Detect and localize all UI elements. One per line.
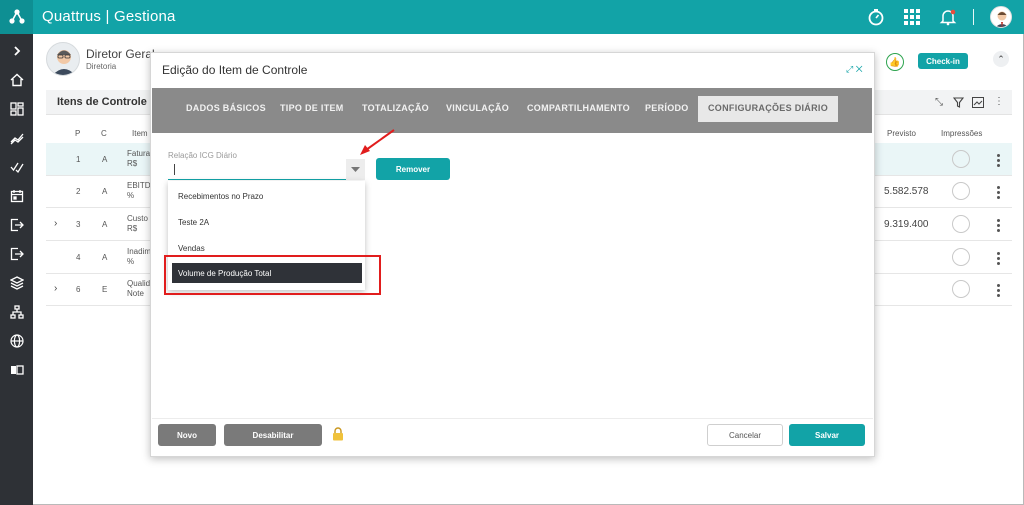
column-header-previsto: Previsto bbox=[887, 129, 916, 138]
row-previsto: 5.582.578 bbox=[884, 186, 929, 197]
thumbs-up-icon[interactable]: 👍 bbox=[886, 53, 904, 71]
profile-department: Diretoria bbox=[86, 62, 117, 71]
dropdown-arrow-icon[interactable] bbox=[346, 159, 365, 180]
highlight-annotation bbox=[164, 255, 381, 295]
tab-totalizacao[interactable]: TOTALIZAÇÃO bbox=[362, 103, 429, 113]
dropdown-option[interactable]: Teste 2A bbox=[168, 210, 365, 235]
row-item-name: Inadim bbox=[127, 247, 152, 256]
layers-icon[interactable] bbox=[8, 274, 25, 291]
chevron-right-icon[interactable] bbox=[8, 42, 25, 59]
row-item-name: Custo bbox=[127, 214, 148, 223]
exit-icon[interactable] bbox=[8, 216, 25, 233]
impressions-icon[interactable] bbox=[952, 280, 970, 298]
top-bar: Quattrus | Gestiona bbox=[0, 0, 1024, 34]
text-caret bbox=[174, 164, 175, 175]
relacao-icg-input[interactable] bbox=[168, 159, 364, 180]
more-options-icon[interactable] bbox=[997, 154, 1001, 169]
calendar-icon[interactable] bbox=[8, 187, 25, 204]
org-chart-icon[interactable] bbox=[8, 303, 25, 320]
more-options-icon[interactable] bbox=[997, 186, 1001, 201]
section-title: Itens de Controle | 5 bbox=[57, 96, 163, 108]
row-p: 1 bbox=[76, 155, 81, 164]
row-item-name: Qualid bbox=[127, 279, 151, 288]
check-list-icon[interactable] bbox=[8, 158, 25, 175]
row-item-unit: R$ bbox=[127, 224, 138, 233]
more-options-icon[interactable]: ⋮ bbox=[993, 96, 1005, 108]
collapse-arrows-icon[interactable]: ⤡ bbox=[933, 96, 945, 108]
tab-tipo-de-item[interactable]: TIPO DE ITEM bbox=[280, 103, 344, 113]
row-c: A bbox=[102, 187, 108, 196]
row-expand-chevron: › bbox=[54, 283, 58, 294]
apps-grid-icon[interactable] bbox=[902, 7, 922, 27]
save-button[interactable]: Salvar bbox=[789, 424, 865, 446]
notification-bell-icon[interactable] bbox=[938, 7, 958, 27]
row-expand-chevron: › bbox=[54, 218, 58, 229]
globe-icon[interactable] bbox=[8, 332, 25, 349]
row-p: 2 bbox=[76, 187, 81, 196]
tab-compartilhamento[interactable]: COMPARTILHAMENTO bbox=[527, 103, 630, 113]
app-title: Quattrus | Gestiona bbox=[42, 8, 176, 25]
row-item-unit: % bbox=[127, 257, 135, 266]
impressions-icon[interactable] bbox=[952, 248, 970, 266]
logout-icon[interactable] bbox=[8, 245, 25, 262]
dropdown-option[interactable]: Recebimentos no Prazo bbox=[168, 184, 365, 209]
book-icon[interactable] bbox=[8, 361, 25, 378]
column-header-p: P bbox=[75, 129, 81, 138]
tabs-bar: DADOS BÁSICOS TIPO DE ITEM TOTALIZAÇÃO V… bbox=[152, 88, 872, 133]
home-icon[interactable] bbox=[8, 71, 25, 88]
row-item-name: Fatura bbox=[127, 149, 151, 158]
remove-button[interactable]: Remover bbox=[376, 158, 450, 180]
cancel-button[interactable]: Cancelar bbox=[707, 424, 783, 446]
more-options-icon[interactable] bbox=[997, 284, 1001, 299]
timer-icon[interactable] bbox=[866, 7, 886, 27]
tab-vinculacao[interactable]: VINCULAÇÃO bbox=[446, 103, 509, 113]
column-header-impressoes: Impressões bbox=[941, 129, 983, 138]
logo-icon[interactable] bbox=[0, 0, 33, 34]
lock-icon bbox=[332, 427, 344, 444]
row-c: A bbox=[102, 253, 108, 262]
dashboard-icon[interactable] bbox=[8, 100, 25, 117]
filter-icon[interactable] bbox=[952, 96, 964, 108]
more-options-icon[interactable] bbox=[997, 252, 1001, 267]
row-c: A bbox=[102, 155, 108, 164]
row-item-unit: R$ bbox=[127, 159, 138, 168]
impressions-icon[interactable] bbox=[952, 215, 970, 233]
row-c: E bbox=[102, 285, 108, 294]
sidebar bbox=[0, 34, 33, 505]
tab-dados-basicos[interactable]: DADOS BÁSICOS bbox=[186, 103, 266, 113]
row-p: 3 bbox=[76, 220, 81, 229]
row-item-unit: Note bbox=[127, 289, 144, 298]
row-previsto: 9.319.400 bbox=[884, 219, 929, 230]
column-header-item: Item bbox=[132, 129, 148, 138]
tab-configuracoes-diario[interactable]: CONFIGURAÇÕES DIÁRIO bbox=[698, 96, 839, 122]
impressions-icon[interactable] bbox=[952, 182, 970, 200]
image-icon[interactable] bbox=[972, 96, 984, 108]
disable-button[interactable]: Desabilitar bbox=[224, 424, 322, 446]
column-header-c: C bbox=[101, 129, 107, 138]
user-avatar[interactable] bbox=[990, 6, 1012, 28]
profile-avatar bbox=[46, 42, 80, 76]
tab-periodo[interactable]: PERÍODO bbox=[645, 103, 689, 113]
more-options-icon[interactable] bbox=[997, 219, 1001, 234]
row-p: 6 bbox=[76, 285, 81, 294]
divider bbox=[973, 9, 974, 25]
new-button[interactable]: Novo bbox=[158, 424, 216, 446]
modal-window-controls[interactable]: ⤢ ✕ bbox=[846, 64, 863, 75]
annotation-arrow bbox=[360, 129, 395, 155]
row-item-unit: % bbox=[127, 191, 135, 200]
chart-trend-icon[interactable] bbox=[8, 129, 25, 146]
check-in-button[interactable]: Check-in bbox=[918, 53, 968, 69]
modal-title: Edição do Item de Controle bbox=[162, 63, 308, 77]
profile-name: Diretor Geral bbox=[86, 47, 155, 61]
chevron-up-icon[interactable]: ⌃ bbox=[993, 51, 1009, 67]
impressions-icon[interactable] bbox=[952, 150, 970, 168]
row-c: A bbox=[102, 220, 108, 229]
row-p: 4 bbox=[76, 253, 81, 262]
